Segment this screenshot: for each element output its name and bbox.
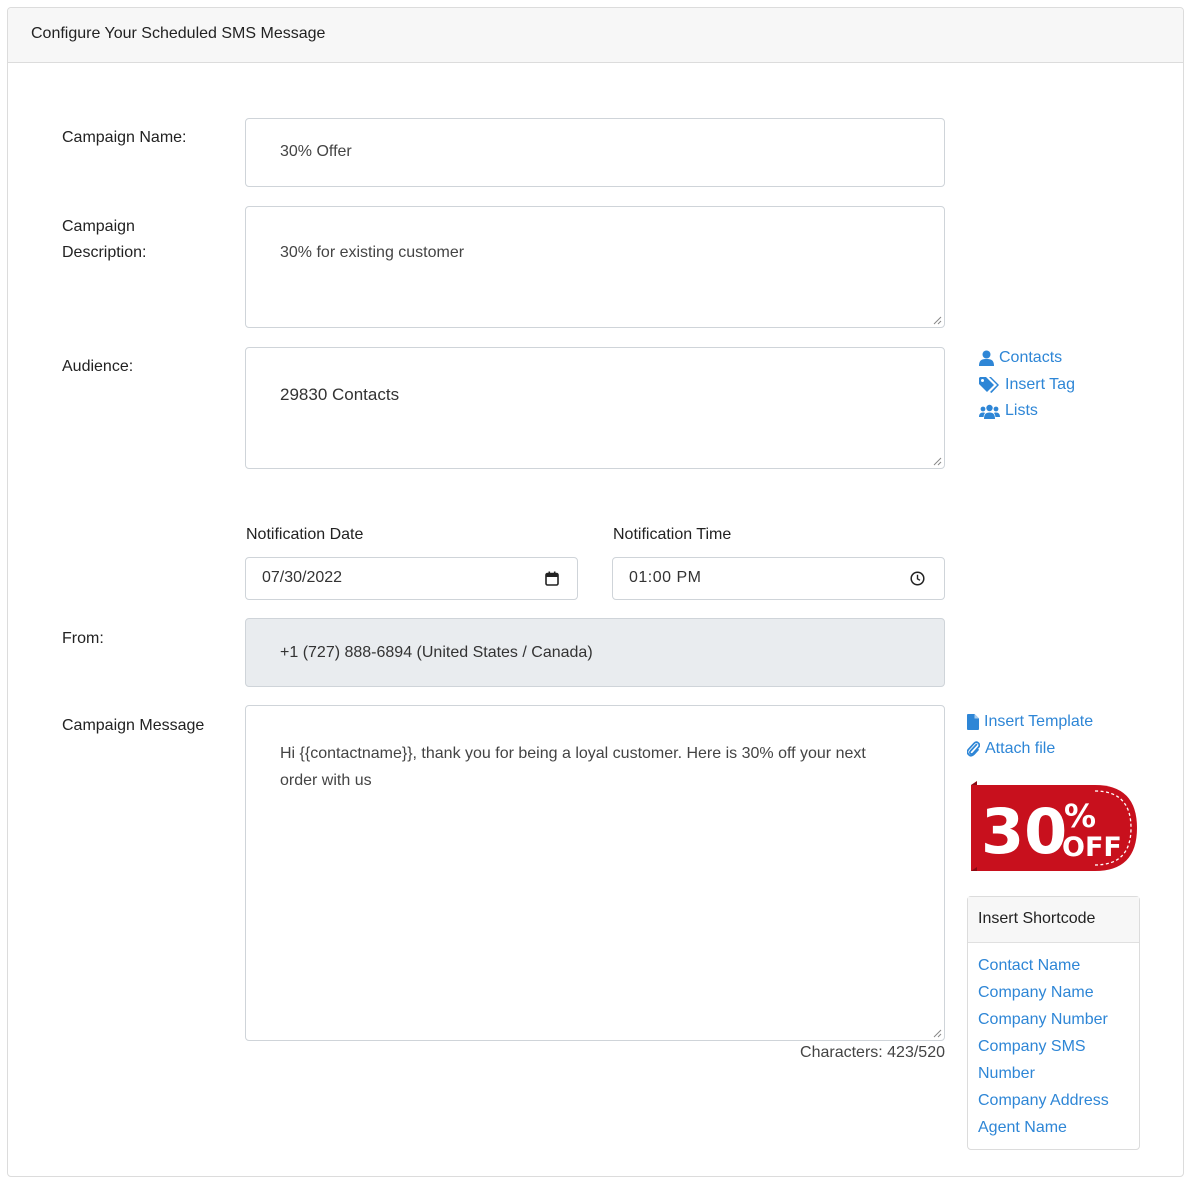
user-icon [979, 350, 994, 366]
attach-file-link[interactable]: Attach file [967, 740, 1055, 758]
insert-tag-link-label: Insert Tag [1005, 376, 1075, 393]
insert-shortcode-header: Insert Shortcode [968, 897, 1139, 943]
shortcode-company-address[interactable]: Company Address [978, 1087, 1133, 1114]
insert-template-link-label: Insert Template [984, 713, 1094, 730]
notification-time-label: Notification Time [613, 526, 732, 543]
paperclip-icon [967, 741, 980, 757]
notification-time-input[interactable]: 01:00 PM [612, 557, 945, 600]
promo-percent: % [1064, 797, 1096, 835]
resize-handle-icon[interactable] [933, 457, 942, 466]
character-count: Characters: 423/520 [800, 1044, 945, 1061]
resize-handle-icon[interactable] [933, 1029, 942, 1038]
shortcode-company-sms-number[interactable]: Number [978, 1060, 1133, 1087]
file-icon [967, 714, 979, 730]
audience-value: 29830 Contacts [280, 385, 400, 404]
from-value: +1 (727) 888-6894 (United States / Canad… [280, 644, 593, 661]
campaign-description-label-line1: Campaign [62, 218, 135, 235]
campaign-description-label: Campaign Description: [62, 214, 146, 266]
promo-fold-top [971, 781, 977, 785]
promo-number: 30 [981, 795, 1067, 868]
promo-30-off-image: 30 % OFF [971, 781, 1137, 871]
audience-textarea[interactable]: 29830 Contacts [245, 347, 945, 469]
shortcode-agent-name[interactable]: Agent Name [978, 1114, 1133, 1141]
campaign-message-line1: Hi {{contactname}}, thank you for being … [280, 745, 866, 762]
notification-time-value: 01:00 PM [629, 569, 702, 586]
contacts-link[interactable]: Contacts [979, 349, 1062, 367]
card-header: Configure Your Scheduled SMS Message [8, 8, 1183, 63]
campaign-name-value: 30% Offer [280, 143, 352, 160]
attach-file-link-label: Attach file [985, 740, 1056, 757]
from-input: +1 (727) 888-6894 (United States / Canad… [245, 618, 945, 687]
page-title: Configure Your Scheduled SMS Message [31, 25, 326, 42]
lists-link[interactable]: Lists [979, 402, 1038, 420]
lists-link-label: Lists [1005, 402, 1038, 419]
campaign-message-label: Campaign Message [62, 717, 205, 734]
insert-tag-link[interactable]: Insert Tag [979, 376, 1075, 394]
audience-label: Audience: [62, 358, 134, 375]
from-label: From: [62, 630, 104, 647]
notification-date-label: Notification Date [246, 526, 364, 543]
insert-template-link[interactable]: Insert Template [967, 713, 1093, 731]
shortcode-company-sms[interactable]: Company SMS [978, 1033, 1133, 1060]
campaign-message-textarea[interactable]: Hi {{contactname}}, thank you for being … [245, 705, 945, 1041]
campaign-description-textarea[interactable]: 30% for existing customer [245, 206, 945, 328]
shortcode-list: Contact Name Company Name Company Number… [978, 952, 1133, 1141]
calendar-icon[interactable] [545, 571, 559, 586]
resize-handle-icon[interactable] [933, 316, 942, 325]
shortcode-contact-name[interactable]: Contact Name [978, 952, 1133, 979]
shortcode-company-number[interactable]: Company Number [978, 1006, 1133, 1033]
clock-icon[interactable] [910, 571, 925, 586]
notification-date-input[interactable]: 07/30/2022 [245, 557, 578, 600]
insert-shortcode-panel: Insert Shortcode Contact Name Company Na… [967, 896, 1140, 1150]
shortcode-company-name[interactable]: Company Name [978, 979, 1133, 1006]
tags-icon [979, 377, 999, 393]
campaign-name-input[interactable]: 30% Offer [245, 118, 945, 187]
campaign-message-line2: order with us [280, 772, 372, 789]
contacts-link-label: Contacts [999, 349, 1063, 366]
promo-off: OFF [1062, 832, 1122, 863]
users-icon [979, 404, 1000, 419]
campaign-name-label: Campaign Name: [62, 129, 187, 146]
notification-date-value: 07/30/2022 [262, 569, 343, 586]
insert-shortcode-title: Insert Shortcode [978, 910, 1096, 927]
campaign-description-value: 30% for existing customer [280, 244, 465, 261]
campaign-message-value: Hi {{contactname}}, thank you for being … [280, 740, 866, 794]
campaign-description-label-line2: Description: [62, 244, 147, 261]
